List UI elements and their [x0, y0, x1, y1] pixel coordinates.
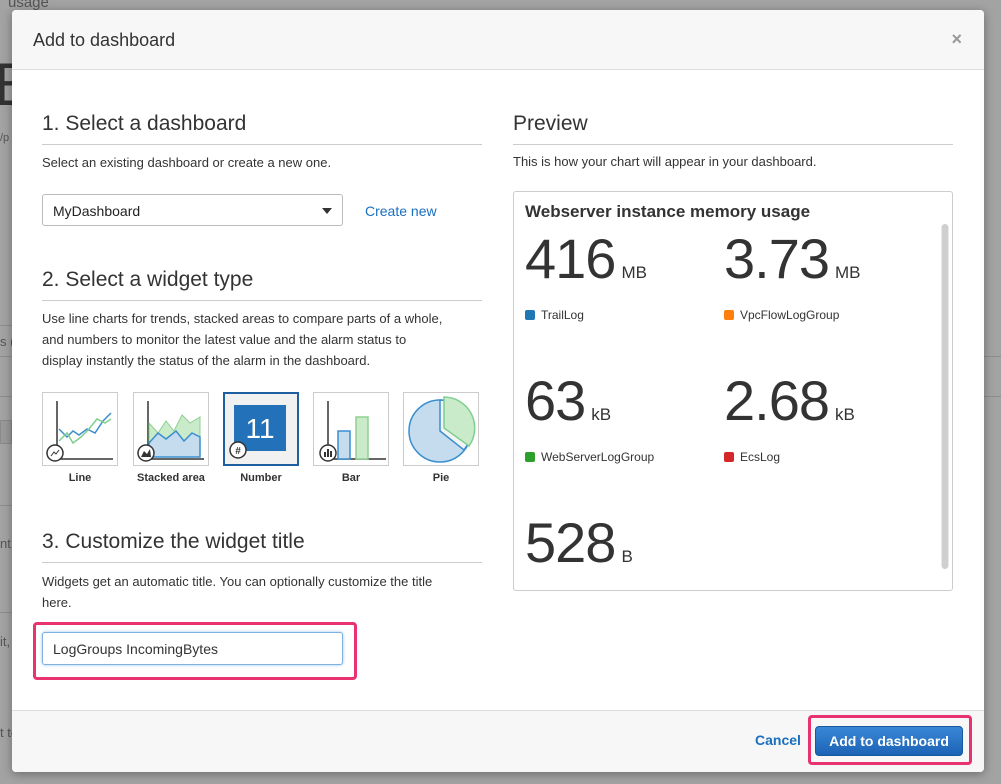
- metric-unit: kB: [835, 405, 855, 424]
- metric-legend: EcsLog: [724, 450, 780, 464]
- widget-label: Stacked area: [137, 472, 205, 484]
- legend-label: TrailLog: [541, 308, 584, 322]
- metric-number: 528: [525, 511, 616, 574]
- widget-option-bar[interactable]: Bar: [313, 392, 389, 484]
- create-new-link[interactable]: Create new: [365, 203, 437, 219]
- widget-label: Line: [68, 472, 92, 484]
- metric-value: 2.68 kB: [724, 368, 855, 433]
- widget-label: Pie: [432, 472, 450, 484]
- legend-swatch: [724, 452, 734, 462]
- number-icon: 11 #: [229, 405, 286, 459]
- metric-number: 63: [525, 369, 586, 432]
- metric-number: 2.68: [724, 369, 830, 432]
- dashboard-select[interactable]: MyDashboard: [42, 194, 343, 226]
- section-widget-type-heading: 2. Select a widget type: [42, 268, 482, 301]
- metric-value: 528 B: [525, 510, 633, 575]
- preview-heading: Preview: [513, 112, 953, 145]
- metric-unit: B: [621, 547, 633, 566]
- preview-description: This is how your chart will appear in yo…: [513, 154, 817, 169]
- modal-header: Add to dashboard ×: [12, 10, 984, 70]
- metric-value: 416 MB: [525, 226, 647, 291]
- add-to-dashboard-modal: Add to dashboard × 1. Select a dashboard…: [12, 10, 984, 772]
- legend-label: EcsLog: [740, 450, 781, 464]
- metric-unit: kB: [591, 405, 612, 424]
- section-widget-title-heading: 3. Customize the widget title: [42, 530, 482, 563]
- description-line: Widgets get an automatic title. You can …: [42, 574, 433, 589]
- dashboard-select-value: MyDashboard: [53, 203, 141, 219]
- close-icon[interactable]: ×: [951, 29, 962, 50]
- widget-option-pie[interactable]: Pie: [403, 392, 479, 484]
- legend-label: WebServerLogGroup: [541, 450, 655, 464]
- description-line: here.: [42, 595, 72, 610]
- metric-unit: MB: [621, 263, 647, 282]
- legend-swatch: [724, 310, 734, 320]
- section-select-dashboard-description: Select an existing dashboard or create a…: [42, 155, 332, 170]
- preview-widget: Webserver instance memory usage 416 MB Tr…: [513, 191, 953, 591]
- bar-chart-icon: [319, 401, 386, 462]
- line-chart-icon: [46, 401, 113, 462]
- metric-unit: MB: [835, 263, 861, 282]
- modal-title: Add to dashboard: [33, 30, 176, 50]
- number-glyph: 11: [245, 413, 274, 444]
- widget-option-stacked-area[interactable]: Stacked area: [133, 392, 209, 484]
- svg-text:#: #: [235, 446, 241, 457]
- metric-value: 63 kB: [525, 368, 611, 433]
- pie-chart-icon: [408, 396, 476, 463]
- add-to-dashboard-button[interactable]: Add to dashboard: [815, 726, 963, 756]
- section-widget-type-description: Use line charts for trends, stacked area…: [42, 308, 442, 371]
- preview-chart-title: Webserver instance memory usage: [525, 202, 811, 221]
- scrollbar-thumb[interactable]: [942, 224, 948, 569]
- preview-scrollbar[interactable]: [941, 224, 949, 569]
- widget-title-value: LogGroups IncomingBytes: [53, 641, 218, 657]
- stacked-area-icon: [137, 401, 204, 462]
- metric-legend: WebServerLogGroup: [525, 450, 654, 464]
- legend-label: VpcFlowLogGroup: [740, 308, 840, 322]
- bg-fragment: it,: [0, 634, 11, 649]
- cancel-button[interactable]: Cancel: [755, 732, 801, 748]
- metric-legend: TrailLog: [525, 308, 584, 322]
- description-line: Use line charts for trends, stacked area…: [42, 311, 443, 326]
- widget-option-line[interactable]: Line: [42, 392, 118, 484]
- section-widget-title-description: Widgets get an automatic title. You can …: [42, 571, 432, 613]
- metric-number: 3.73: [724, 227, 830, 290]
- description-line: display instantly the status of the alar…: [42, 353, 371, 368]
- bg-fragment: /p: [0, 132, 10, 144]
- widget-title-input[interactable]: LogGroups IncomingBytes: [42, 632, 343, 665]
- widget-label: Bar: [341, 472, 361, 484]
- widget-option-number[interactable]: 11 # Number: [223, 392, 299, 484]
- widget-label: Number: [240, 472, 282, 484]
- legend-swatch: [525, 310, 535, 320]
- section-select-dashboard-heading: 1. Select a dashboard: [42, 112, 482, 145]
- metric-number: 416: [525, 227, 616, 290]
- metric-value: 3.73 MB: [724, 226, 861, 291]
- description-line: and numbers to monitor the latest value …: [42, 332, 407, 347]
- chevron-down-icon: [322, 208, 332, 214]
- metric-legend: VpcFlowLogGroup: [724, 308, 839, 322]
- legend-swatch: [525, 452, 535, 462]
